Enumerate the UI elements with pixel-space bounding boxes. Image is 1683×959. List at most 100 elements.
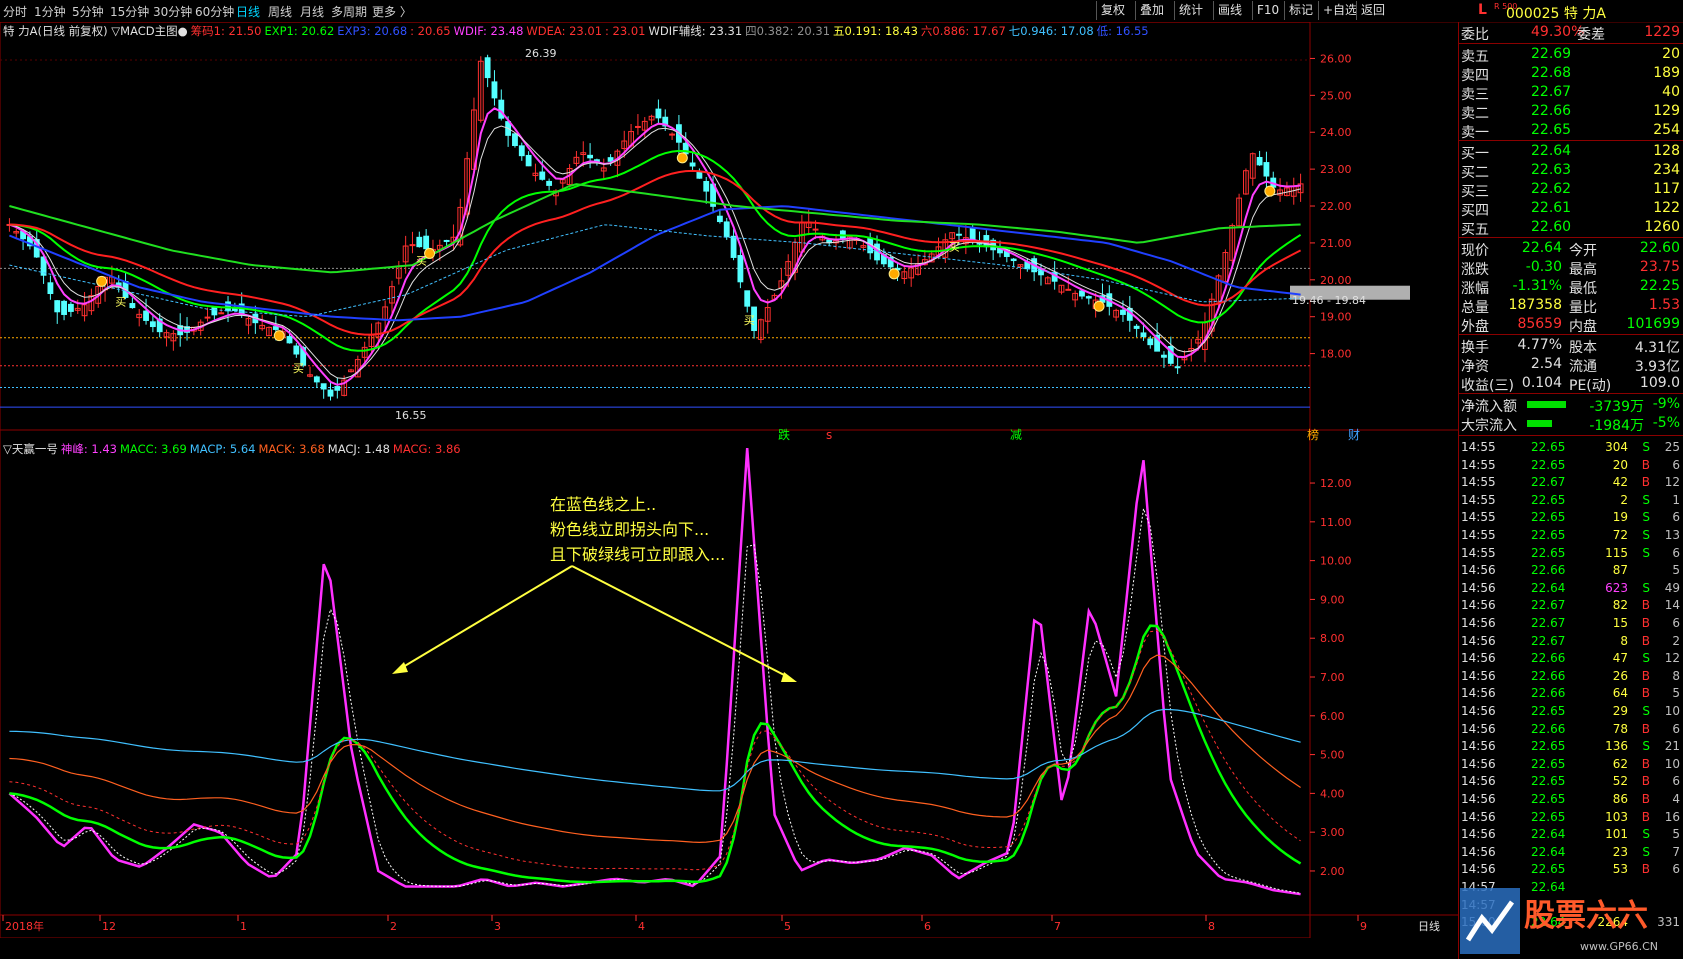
flow-label: 净流入额 [1461,399,1517,415]
buy-mark-1: 买 [293,362,304,375]
tick-side: S [1642,580,1650,595]
tick-side: S [1642,844,1650,859]
date-tick-0: 2018年 [5,919,44,933]
tick-vol: 15 [1612,616,1628,630]
site-watermark: 股票六六 www.GP66.CN [1460,888,1658,954]
buy-signal-dot-5[interactable] [1093,300,1105,312]
main-legend-item-0: 特 力A(日线 前复权) ▽MACD主图● [3,24,188,38]
range-label: 19.46 - 19.84 [1292,294,1366,307]
tick-side: B [1641,457,1650,472]
tick-row-13: 14:56 22.66 26 B 8 [1459,668,1683,685]
sell-vol: 254 [1653,122,1680,138]
sep-4 [1459,334,1683,335]
toolbar-button-7[interactable]: 返回 [1356,1,1389,20]
tick-side: S [1642,651,1650,666]
buy-price: 22.60 [1531,219,1572,235]
period-tab-8[interactable]: 月线 [300,3,324,20]
buy-signal-dot-0[interactable] [96,275,108,287]
tick-count: 2 [1672,633,1680,648]
toolbar-button-2[interactable]: 统计 [1174,1,1207,20]
main-legend-item-5: WDIF: 23.48 [453,24,524,38]
sub-tick-4: 8.00 [1320,632,1345,645]
period-tab-2[interactable]: 5分钟 [72,3,104,20]
flow-value: -3739万 [1589,399,1644,415]
stat2-label2: 流通 [1569,359,1597,375]
symbol-code[interactable]: 000025 特 力A [1506,3,1606,23]
toolbar-button-4[interactable]: F10 [1252,1,1283,20]
stat2-row-1: 净资 2.54 流通 3.93亿 [1459,355,1683,375]
main-legend-item-11: 六0.886: 17.67 [920,24,1006,38]
period-tab-4[interactable]: 30分钟 [153,3,192,20]
high-price-label: 26.39 [525,47,557,60]
period-tab-7[interactable]: 周线 [268,3,292,20]
main-legend-item-12: 七0.946: 17.08 [1008,24,1094,38]
toolbar-button-1[interactable]: 叠加 [1135,1,1168,20]
sub-tick-7: 5.00 [1320,749,1345,762]
period-tab-9[interactable]: 多周期 [331,3,367,20]
tick-count: 6 [1672,774,1680,789]
signal-mark-4: 财 [1348,428,1360,442]
stat2-value: 4.77% [1517,337,1562,353]
tick-vol: 64 [1612,686,1628,701]
date-tick-10: 9 [1360,920,1367,933]
tick-row-0: 14:55 22.65 304 S 25 [1459,439,1683,456]
tick-vol: 72 [1612,528,1628,542]
period-tab-5[interactable]: 60分钟 [195,3,234,20]
period-tab-0[interactable]: 分时 [3,3,27,20]
toolbar-button-5[interactable]: 标记 [1284,1,1317,20]
buy-signal-dot-3[interactable] [676,152,688,164]
period-tab-6[interactable]: 日线 [236,3,260,20]
stat2-label: 净资 [1461,359,1489,375]
buy-signal-dot-1[interactable] [273,330,285,342]
tick-time: 14:56 [1461,844,1496,859]
flow-bar [1527,420,1552,427]
date-tick-3: 2 [390,920,397,933]
annotation-line-2: 粉色线立即拐头向下... [550,520,710,539]
tick-count: 6 [1672,616,1680,630]
tick-price: 22.65 [1531,528,1566,542]
toolbar-button-3[interactable]: 画线 [1213,1,1246,20]
tick-count: 10 [1664,704,1680,718]
tick-price: 22.66 [1531,668,1566,683]
kline-chart[interactable]: 26.0025.0024.0023.0022.0021.0020.0019.00… [0,22,1458,938]
tick-row-2: 14:55 22.67 42 B 12 [1459,474,1683,491]
sep-5 [1459,393,1683,394]
buy-signal-dot-6[interactable] [1264,185,1276,197]
price-tick-6: 20.00 [1320,274,1352,287]
price-tick-5: 21.00 [1320,237,1352,250]
stat-value: -1.31% [1512,278,1562,294]
tick-time: 14:56 [1461,809,1496,824]
tick-row-7: 14:56 22.66 87 5 [1459,562,1683,579]
date-tick-9: 8 [1208,920,1215,933]
toolbar-button-0[interactable]: 复权 [1096,1,1129,20]
sell-row-1: 卖一 22.65 254 [1459,121,1683,141]
stat-value: 85659 [1517,316,1562,332]
buy-signal-dot-4[interactable] [888,268,900,280]
period-tab-3[interactable]: 15分钟 [110,3,149,20]
tick-row-21: 14:56 22.65 103 B 16 [1459,809,1683,826]
tick-time: 14:55 [1461,492,1496,507]
sub-tick-5: 7.00 [1320,671,1345,684]
tick-row-17: 14:56 22.65 136 S 21 [1459,738,1683,755]
signal-mark-2: 减 [1010,428,1022,442]
period-tab-10[interactable]: 更多 〉 [372,3,412,20]
stat-label2: 内盘 [1569,319,1597,335]
stat-label2: 最高 [1569,262,1597,278]
mack-line [9,654,1301,844]
stat2-row-2: 收益(三) 0.104 PE(动) 109.0 [1459,374,1683,394]
flow-row-0: 净流入额 -3739万 -9% [1459,395,1683,415]
sub-tick-2: 10.00 [1320,555,1352,568]
toolbar-button-6[interactable]: +自选 [1318,1,1361,20]
tick-count: 49 [1664,580,1680,595]
sell-row-2: 卖二 22.66 129 [1459,102,1683,122]
buy-label: 买五 [1461,222,1489,238]
buy-row-2: 买二 22.63 234 [1459,161,1683,181]
period-toolbar: 分时 1分钟 5分钟 15分钟 30分钟 60分钟 日线 周线 月线 多周期 更多 〉 复权 叠加 统计画… [0,0,1683,23]
tick-side: S [1642,704,1650,718]
tick-price: 22.65 [1531,704,1566,718]
date-tick-6: 5 [784,920,791,933]
sell-vol: 20 [1662,46,1680,62]
period-tab-1[interactable]: 1分钟 [34,3,66,20]
tick-time: 14:55 [1461,440,1496,454]
tick-count: 4 [1672,792,1680,806]
